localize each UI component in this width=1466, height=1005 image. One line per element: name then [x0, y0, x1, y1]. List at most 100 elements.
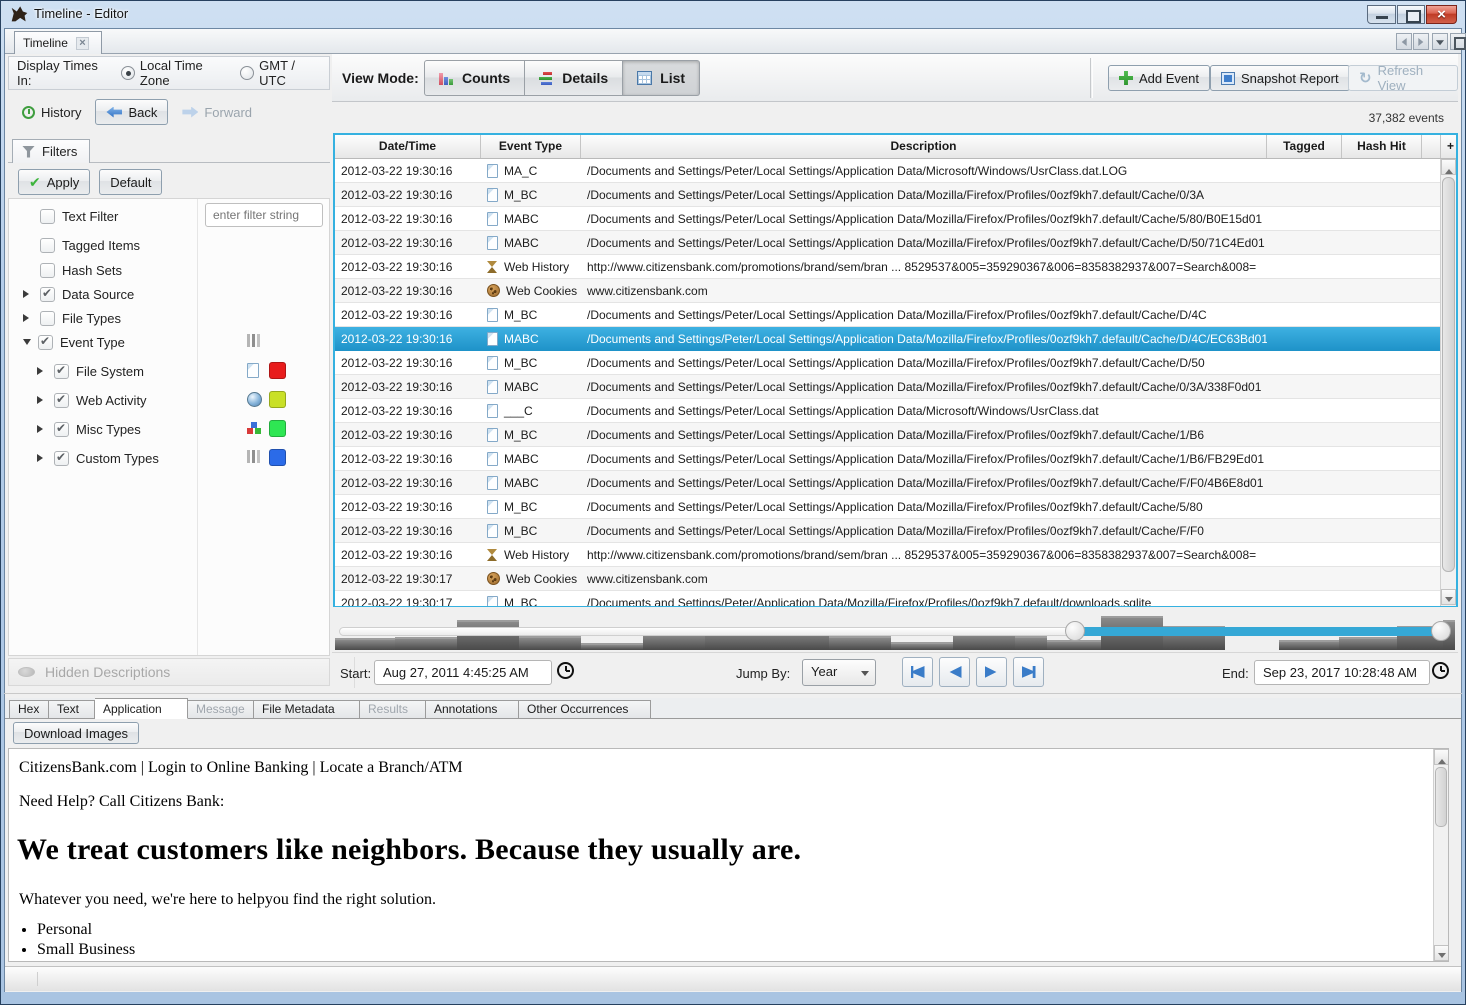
scrollbar-thumb[interactable]	[1435, 767, 1447, 827]
scroll-down-icon[interactable]	[1441, 589, 1456, 605]
range-slider-track[interactable]	[339, 627, 1079, 636]
twisty-right-icon[interactable]	[37, 454, 47, 462]
start-date-field[interactable]: Aug 27, 2011 4:45:25 AM	[374, 660, 552, 685]
scrollbar-thumb[interactable]	[1442, 177, 1455, 572]
apply-button[interactable]: ✔ Apply	[18, 169, 90, 195]
filter-checkbox[interactable]	[54, 451, 69, 466]
filter-tree-item[interactable]: Misc Types	[37, 418, 141, 440]
table-row[interactable]: 2012-03-22 19:30:16Web Historyhttp://www…	[335, 543, 1440, 567]
view-mode-counts[interactable]: Counts	[424, 60, 525, 96]
tab-filters[interactable]: Filters	[12, 139, 90, 163]
view-mode-list[interactable]: List	[623, 60, 700, 96]
twisty-right-icon[interactable]	[37, 367, 47, 375]
filter-tree-item[interactable]: File System	[37, 360, 144, 382]
column-header[interactable]: Hash Hit	[1342, 135, 1422, 158]
table-row[interactable]: 2012-03-22 19:30:16MA_C/Documents and Se…	[335, 159, 1440, 183]
refresh-view-button[interactable]: ↻ Refresh View	[1348, 65, 1458, 91]
minimize-button[interactable]	[1367, 5, 1396, 24]
snapshot-report-button[interactable]: Snapshot Report	[1210, 65, 1350, 91]
column-header[interactable]: Description	[581, 135, 1267, 158]
table-row[interactable]: 2012-03-22 19:30:16___C/Documents and Se…	[335, 399, 1440, 423]
back-button[interactable]: Back	[95, 99, 168, 125]
column-header[interactable]: Event Type	[481, 135, 581, 158]
table-scrollbar[interactable]	[1440, 159, 1456, 606]
tab-hex[interactable]: Hex	[9, 700, 49, 719]
twisty-right-icon[interactable]	[37, 396, 47, 404]
filter-tree-item[interactable]: Tagged Items	[23, 234, 140, 256]
filter-checkbox[interactable]	[54, 422, 69, 437]
start-clock-icon[interactable]	[557, 662, 574, 679]
splitter[interactable]	[4, 693, 1462, 694]
range-slider-selection[interactable]	[1075, 627, 1441, 636]
jump-forward-button[interactable]	[976, 657, 1007, 687]
radio-icon[interactable]	[121, 66, 135, 80]
filter-tree-item[interactable]: Hash Sets	[23, 259, 122, 281]
jump-by-select[interactable]: Year	[802, 659, 876, 686]
history-button[interactable]: History	[14, 102, 89, 123]
tab-application[interactable]: Application	[95, 698, 188, 719]
table-row[interactable]: 2012-03-22 19:30:16MABC/Documents and Se…	[335, 447, 1440, 471]
filter-checkbox[interactable]	[40, 238, 55, 253]
filter-checkbox[interactable]	[40, 263, 55, 278]
tab-file-metadata[interactable]: File Metadata	[254, 700, 360, 719]
download-images-button[interactable]: Download Images	[13, 722, 139, 744]
filter-tree-item[interactable]: File Types	[23, 307, 121, 329]
end-date-field[interactable]: Sep 23, 2017 10:28:48 AM	[1254, 660, 1430, 685]
filter-checkbox[interactable]	[40, 209, 55, 224]
forward-button[interactable]: Forward	[174, 102, 260, 123]
tabstrip-scroll-left-icon[interactable]	[1396, 33, 1412, 50]
content-scrollbar[interactable]	[1433, 749, 1448, 961]
tab-other-occurrences[interactable]: Other Occurrences	[519, 700, 651, 719]
scroll-down-icon[interactable]	[1434, 945, 1449, 961]
table-row[interactable]: 2012-03-22 19:30:16Web Cookieswww.citize…	[335, 279, 1440, 303]
filter-checkbox[interactable]	[40, 287, 55, 302]
filter-checkbox[interactable]	[38, 335, 53, 350]
filter-checkbox[interactable]	[54, 393, 69, 408]
twisty-down-icon[interactable]	[23, 339, 31, 349]
scroll-up-icon[interactable]	[1434, 749, 1449, 765]
twisty-right-icon[interactable]	[23, 290, 33, 298]
filter-checkbox[interactable]	[40, 311, 55, 326]
column-header[interactable]: Tagged	[1267, 135, 1342, 158]
add-event-button[interactable]: Add Event	[1108, 65, 1210, 91]
table-row[interactable]: 2012-03-22 19:30:16MABC/Documents and Se…	[335, 231, 1440, 255]
filter-tree-item[interactable]: Web Activity	[37, 389, 147, 411]
range-slider-handle-start[interactable]	[1065, 621, 1085, 641]
tab-annotations[interactable]: Annotations	[426, 700, 519, 719]
view-mode-details[interactable]: Details	[525, 60, 623, 96]
twisty-right-icon[interactable]	[37, 425, 47, 433]
radio-option[interactable]: Local Time Zone	[121, 58, 230, 88]
twisty-right-icon[interactable]	[23, 314, 33, 322]
hidden-descriptions-section[interactable]: Hidden Descriptions	[8, 658, 330, 686]
range-slider-handle-end[interactable]	[1431, 621, 1451, 641]
filter-tree-item[interactable]: Data Source	[23, 283, 134, 305]
scroll-up-icon[interactable]	[1441, 159, 1456, 175]
jump-first-button[interactable]	[902, 657, 933, 687]
table-row[interactable]: 2012-03-22 19:30:16MABC/Documents and Se…	[335, 327, 1440, 351]
radio-icon[interactable]	[240, 66, 254, 80]
table-row[interactable]: 2012-03-22 19:30:16MABC/Documents and Se…	[335, 375, 1440, 399]
jump-last-button[interactable]	[1013, 657, 1044, 687]
filter-tree-item[interactable]: Event Type	[23, 331, 125, 353]
tab-timeline[interactable]: Timeline ×	[14, 31, 102, 54]
tab-message[interactable]: Message	[188, 700, 254, 719]
tabstrip-maximize-icon[interactable]	[1450, 33, 1466, 50]
table-row[interactable]: 2012-03-22 19:30:16M_BC/Documents and Se…	[335, 519, 1440, 543]
table-row[interactable]: 2012-03-22 19:30:16MABC/Documents and Se…	[335, 207, 1440, 231]
maximize-button[interactable]	[1397, 5, 1425, 24]
end-clock-icon[interactable]	[1432, 662, 1449, 679]
tab-results[interactable]: Results	[360, 700, 426, 719]
table-row[interactable]: 2012-03-22 19:30:16M_BC/Documents and Se…	[335, 183, 1440, 207]
add-column-button[interactable]: +	[1440, 135, 1460, 158]
filter-checkbox[interactable]	[54, 364, 69, 379]
tabstrip-scroll-right-icon[interactable]	[1413, 33, 1429, 50]
filter-tree-item[interactable]: Custom Types	[37, 447, 159, 469]
table-row[interactable]: 2012-03-22 19:30:17M_BC/Documents and Se…	[335, 591, 1440, 606]
jump-back-button[interactable]	[939, 657, 970, 687]
table-row[interactable]: 2012-03-22 19:30:16M_BC/Documents and Se…	[335, 423, 1440, 447]
tab-close-icon[interactable]: ×	[76, 37, 89, 50]
table-row[interactable]: 2012-03-22 19:30:17Web Cookieswww.citize…	[335, 567, 1440, 591]
radio-option[interactable]: GMT / UTC	[240, 58, 321, 88]
default-button[interactable]: Default	[99, 169, 162, 195]
filter-string-input[interactable]	[205, 203, 323, 227]
